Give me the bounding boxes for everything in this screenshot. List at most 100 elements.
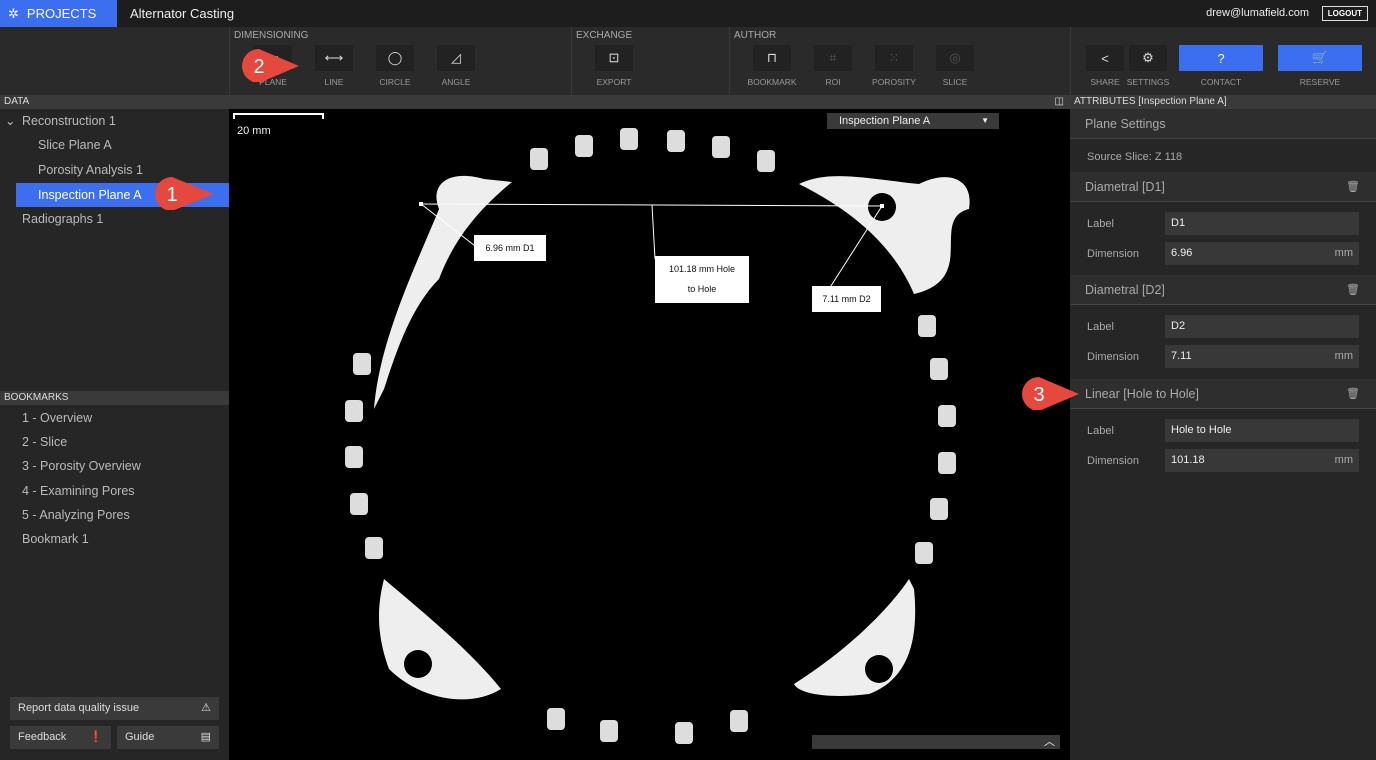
dimension-input[interactable]: 6.96 mm xyxy=(1165,242,1359,265)
svg-text:1: 1 xyxy=(166,184,177,206)
casting-segment xyxy=(350,493,368,515)
report-issue-button[interactable]: Report data quality issue ⚠ xyxy=(10,697,219,720)
reserve-button[interactable]: 🛒 RESERVE xyxy=(1278,45,1362,87)
source-slice: Source Slice: Z 118 xyxy=(1087,151,1183,163)
bookmark-item[interactable]: 3 - Porosity Overview xyxy=(0,454,229,478)
help-icon: ? xyxy=(1179,45,1263,71)
chevron-down-icon[interactable]: ⌄ xyxy=(5,109,15,133)
document-icon: ▤ xyxy=(200,731,211,743)
casting-segment xyxy=(938,452,956,474)
bookmark-item[interactable]: Bookmark 1 xyxy=(0,527,229,551)
porosity-tool[interactable]: ⁙ POROSITY xyxy=(864,45,924,87)
dimension-input[interactable]: 7.11 mm xyxy=(1165,345,1359,368)
split-view-icon[interactable]: ◫ xyxy=(1055,95,1064,109)
circle-tool[interactable]: ◯ CIRCLE xyxy=(365,45,425,87)
label-input[interactable]: D1 xyxy=(1165,212,1359,235)
measurement-label-linear[interactable]: 101.18 mm Hole to Hole xyxy=(655,256,749,303)
projects-button[interactable]: ✲ PROJECTS xyxy=(0,0,117,27)
casting-segment xyxy=(620,128,638,150)
plane-settings-header: Plane Settings xyxy=(1070,109,1376,139)
ct-viewer[interactable]: 20 mm Inspection Plane A ▼ 6.96 mm D1 101… xyxy=(229,109,1070,760)
porosity-icon: ⁙ xyxy=(875,45,913,71)
roi-tool[interactable]: ⌗ ROI xyxy=(803,45,863,87)
tree-item-slice-plane[interactable]: Slice Plane A xyxy=(0,133,229,157)
bookmark-item[interactable]: 4 - Examining Pores xyxy=(0,479,229,503)
logout-button[interactable]: LOGOUT xyxy=(1321,6,1368,21)
callout-2: 2 xyxy=(242,49,299,82)
measurement-label-d1[interactable]: 6.96 mm D1 xyxy=(474,235,546,261)
settings-button[interactable]: ⚙ SETTINGS xyxy=(1118,45,1178,87)
angle-icon: ◿ xyxy=(437,45,475,71)
casting-segment xyxy=(918,315,936,337)
guide-button[interactable]: Guide ▤ xyxy=(117,726,219,749)
svg-text:2: 2 xyxy=(253,56,264,78)
trash-icon[interactable]: 🗑 xyxy=(1346,172,1360,202)
author-group: AUTHOR ⊓ BOOKMARK ⌗ ROI ⁙ POROSITY ◎ SLICE xyxy=(729,27,1070,95)
dimension-caption: Dimension xyxy=(1087,351,1139,363)
trash-icon[interactable]: 🗑 xyxy=(1346,275,1360,305)
section-header: Linear [Hole to Hole] 🗑 xyxy=(1070,379,1376,409)
chevron-up-icon: ︿ xyxy=(1044,736,1055,748)
bookmark-item[interactable]: 2 - Slice xyxy=(0,430,229,454)
casting-segment xyxy=(938,405,956,427)
casting-segment xyxy=(575,135,593,157)
attributes-header: ATTRIBUTES [Inspection Plane A] xyxy=(1070,95,1376,109)
contact-button[interactable]: ? CONTACT xyxy=(1179,45,1263,87)
slice-icon: ◎ xyxy=(936,45,974,71)
dimension-caption: Dimension xyxy=(1087,455,1139,467)
svg-text:3: 3 xyxy=(1033,384,1044,406)
callout-1: 1 xyxy=(155,177,214,210)
caret-down-icon: ▼ xyxy=(981,116,989,125)
feedback-button[interactable]: Feedback ❗ xyxy=(10,726,111,749)
casting-segment xyxy=(915,542,933,564)
casting-segment xyxy=(547,708,565,730)
measurement-label-d2[interactable]: 7.11 mm D2 xyxy=(812,286,881,312)
bookmark-item[interactable]: 1 - Overview xyxy=(0,406,229,430)
tree-item-radiographs[interactable]: Radiographs 1 xyxy=(0,207,229,231)
label-caption: Label xyxy=(1087,321,1114,333)
casting-segment xyxy=(712,136,730,158)
line-icon: ⟷ xyxy=(315,45,353,71)
label-caption: Label xyxy=(1087,425,1114,437)
ct-slice-image xyxy=(233,113,970,744)
scale-bar-label: 20 mm xyxy=(237,125,271,137)
export-icon: ⊡ xyxy=(595,45,633,71)
bookmark-item[interactable]: 5 - Analyzing Pores xyxy=(0,503,229,527)
data-header: DATA xyxy=(0,95,229,109)
label-input[interactable]: Hole to Hole xyxy=(1165,419,1359,442)
casting-segment xyxy=(667,130,685,152)
attributes-panel: Plane Settings Source Slice: Z 118 Diame… xyxy=(1070,109,1376,760)
plane-select[interactable]: Inspection Plane A ▼ xyxy=(827,113,999,129)
bookmark-tool[interactable]: ⊓ BOOKMARK xyxy=(742,45,802,87)
casting-segment xyxy=(930,498,948,520)
casting-segment xyxy=(930,358,948,380)
export-tool[interactable]: ⊡ EXPORT xyxy=(584,45,644,87)
project-title: Alternator Casting xyxy=(130,6,235,21)
feedback-icon: ❗ xyxy=(89,731,103,743)
section-header: Diametral [D1] 🗑 xyxy=(1070,172,1376,202)
crop-icon: ⌗ xyxy=(814,45,852,71)
cart-icon: 🛒 xyxy=(1278,45,1362,71)
angle-tool[interactable]: ◿ ANGLE xyxy=(426,45,486,87)
viewer-header: ◫ xyxy=(229,95,1070,109)
casting-segment xyxy=(345,446,363,468)
warning-icon: ⚠ xyxy=(201,702,211,714)
trash-icon[interactable]: 🗑 xyxy=(1346,379,1360,409)
exchange-group: EXCHANGE ⊡ EXPORT xyxy=(571,27,729,95)
casting-segment xyxy=(353,353,371,375)
expand-panel-button[interactable]: ︿ xyxy=(812,735,1060,749)
casting-segment xyxy=(530,148,548,170)
casting-segment xyxy=(730,710,748,732)
tree-item-reconstruction[interactable]: ⌄ Reconstruction 1 xyxy=(0,109,229,133)
line-tool[interactable]: ⟷ LINE xyxy=(304,45,364,87)
gear-icon: ⚙ xyxy=(1129,45,1167,71)
label-input[interactable]: D2 xyxy=(1165,315,1359,338)
bookmarks-header: BOOKMARKS xyxy=(0,391,229,405)
slice-tool[interactable]: ◎ SLICE xyxy=(925,45,985,87)
actions-group: < SHARE ⚙ SETTINGS ? CONTACT 🛒 RESERVE xyxy=(1070,27,1376,95)
label-caption: Label xyxy=(1087,218,1114,230)
callout-3: 3 xyxy=(1022,377,1079,410)
dimension-input[interactable]: 101.18 mm xyxy=(1165,449,1359,472)
casting-segment xyxy=(345,400,363,422)
casting-segment xyxy=(757,150,775,172)
